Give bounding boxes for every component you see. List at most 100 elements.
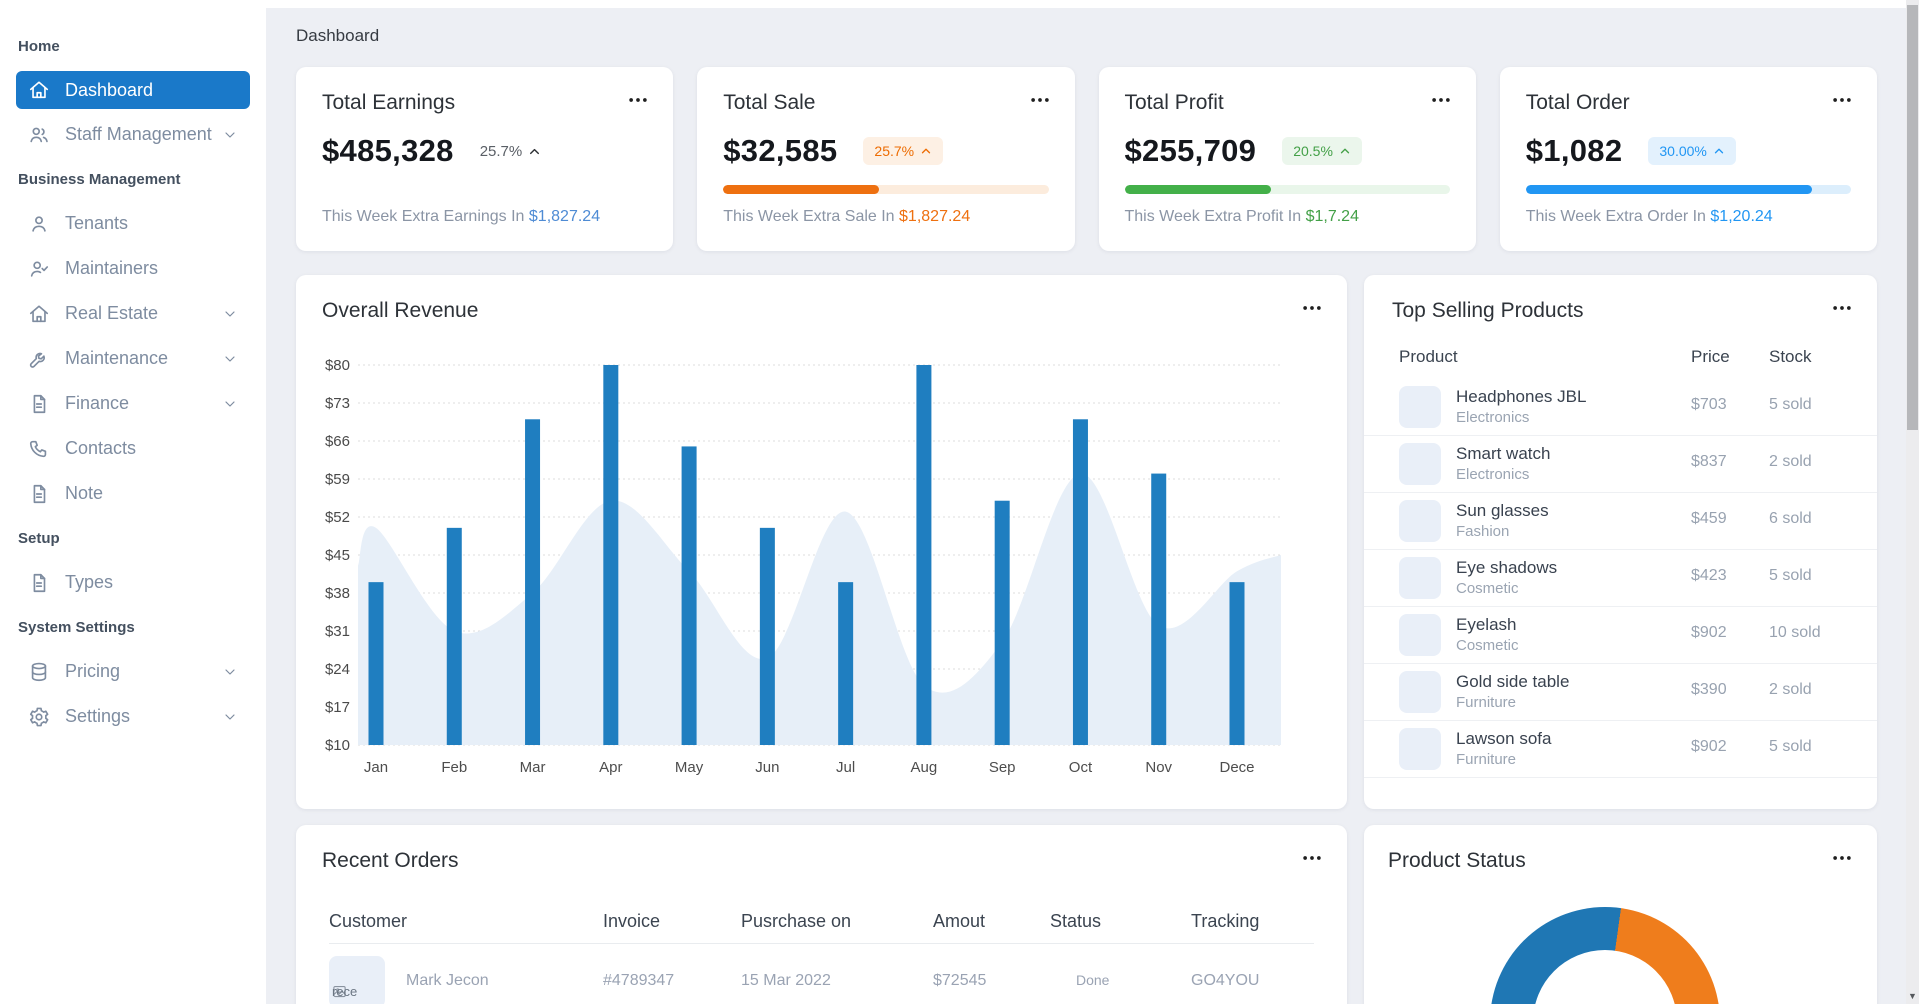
vertical-scrollbar[interactable]: ▼	[1906, 0, 1919, 1004]
product-row: Headphones JBL Electronics $703 5 sold	[1364, 379, 1877, 436]
stat-card-title: Total Order	[1525, 91, 1630, 114]
home-icon	[28, 303, 50, 325]
order-tracking: GO4YOU	[1191, 972, 1260, 989]
home-icon	[28, 79, 50, 101]
product-thumbnail	[1399, 500, 1441, 542]
product-thumbnail	[1399, 386, 1441, 428]
ellipsis-menu-button[interactable]	[1831, 297, 1853, 319]
column-customer: Customer	[329, 911, 408, 931]
ellipsis-menu-button[interactable]	[1430, 89, 1452, 111]
order-status: Done	[1076, 972, 1110, 988]
order-invoice: #4789347	[603, 972, 675, 989]
recent-orders-card: Recent Orders Customer Invoice Pusrchase…	[296, 825, 1347, 1004]
sidebar-item-real-estate[interactable]: Real Estate	[16, 291, 250, 336]
product-name: Gold side table	[1456, 672, 1570, 691]
product-stock: 2 sold	[1769, 681, 1812, 698]
caret-up-icon	[1713, 145, 1725, 157]
product-category: Cosmetic	[1456, 580, 1519, 597]
sidebar-item-maintainers[interactable]: Maintainers	[16, 246, 250, 291]
product-price: $703	[1691, 396, 1727, 413]
file-icon	[28, 572, 50, 594]
product-thumbnail	[1399, 443, 1441, 485]
product-stock: 5 sold	[1769, 738, 1812, 755]
product-name: Eye shadows	[1456, 558, 1558, 577]
ellipsis-menu-button[interactable]	[627, 89, 649, 111]
caret-up-icon	[920, 145, 932, 157]
users-icon	[28, 124, 50, 146]
svg-text:Oct: Oct	[1069, 759, 1093, 776]
sidebar-item-label: Types	[65, 572, 114, 592]
ellipsis-menu-button[interactable]	[1831, 89, 1853, 111]
product-category: Fashion	[1456, 523, 1510, 540]
product-row: Gold side table Furniture $390 2 sold	[1364, 664, 1877, 721]
product-name: Smart watch	[1456, 444, 1551, 463]
sidebar-item-label: Contacts	[65, 438, 137, 458]
chevron-down-icon	[222, 127, 238, 143]
svg-text:Apr: Apr	[599, 759, 622, 776]
svg-text:Sep: Sep	[989, 759, 1016, 776]
sidebar: Home Dashboard Staff Management Business…	[0, 0, 266, 1004]
top-selling-header: Product Price Stock	[1364, 347, 1877, 379]
sidebar-item-contacts[interactable]: Contacts	[16, 426, 250, 471]
svg-text:Aug: Aug	[911, 759, 938, 776]
sidebar-item-pricing[interactable]: Pricing	[16, 649, 250, 694]
ellipsis-menu-button[interactable]	[1301, 847, 1323, 869]
product-thumbnail	[1399, 671, 1441, 713]
file-icon	[28, 483, 50, 505]
database-icon	[28, 661, 50, 683]
stat-card: Total Order $1,082 30.00% This Week Extr…	[1499, 67, 1877, 251]
sidebar-item-staff-management[interactable]: Staff Management	[16, 112, 250, 157]
sidebar-item-note[interactable]: Note	[16, 471, 250, 516]
sidebar-item-types[interactable]: Types	[16, 560, 250, 605]
product-price: $459	[1691, 510, 1727, 527]
sidebar-item-finance[interactable]: Finance	[16, 381, 250, 426]
product-category: Cosmetic	[1456, 637, 1519, 654]
page-title: Dashboard	[296, 26, 380, 45]
sidebar-item-label: Maintainers	[65, 258, 159, 278]
svg-text:$66: $66	[325, 433, 350, 450]
svg-text:Dece: Dece	[1219, 759, 1254, 776]
product-status-title: Product Status	[1388, 849, 1526, 872]
sidebar-item-dashboard[interactable]: Dashboard	[16, 71, 250, 109]
order-purchase-date: 15 Mar 2022	[741, 972, 831, 989]
stat-card-value: $485,328	[322, 133, 454, 168]
scrollbar-thumb[interactable]	[1907, 5, 1918, 430]
scrollbar-down-arrow[interactable]: ▼	[1906, 992, 1919, 1001]
sidebar-item-tenants[interactable]: Tenants	[16, 201, 250, 246]
stat-delta-badge: 25.7%	[863, 137, 944, 165]
stat-card-title: Total Earnings	[322, 91, 456, 114]
product-stock: 10 sold	[1769, 624, 1821, 641]
sidebar-item-settings[interactable]: Settings	[16, 694, 250, 739]
ellipsis-menu-button[interactable]	[1301, 297, 1323, 319]
product-row: Sun glasses Fashion $459 6 sold	[1364, 493, 1877, 550]
stat-card: Total Profit $255,709 20.5% This Week Ex…	[1098, 67, 1476, 251]
svg-text:Nov: Nov	[1145, 759, 1172, 776]
product-row: Eyelash Cosmetic $902 10 sold	[1364, 607, 1877, 664]
svg-text:Jul: Jul	[836, 759, 855, 776]
top-strip	[0, 0, 1906, 8]
sidebar-section: System Settings Pricing Settings	[0, 605, 266, 739]
product-thumbnail	[1399, 557, 1441, 599]
ellipsis-menu-button[interactable]	[1029, 89, 1051, 111]
user-icon	[28, 213, 50, 235]
overall-revenue-chart: $10 $17 $24 $31 $38 $45 $52 $59 $66 $73 $80 Jan Feb M…	[325, 357, 1281, 776]
product-category: Furniture	[1456, 751, 1517, 768]
sidebar-item-maintenance[interactable]: Maintenance	[16, 336, 250, 381]
column-invoice: Invoice	[603, 911, 661, 931]
stat-card: Total Earnings $485,328 25.7% This Week …	[296, 67, 674, 251]
customer-avatar-broken-image: rece	[329, 956, 385, 1004]
ellipsis-menu-button[interactable]	[1831, 847, 1853, 869]
gear-icon	[28, 706, 50, 728]
column-status: Status	[1050, 911, 1102, 931]
stat-card-footer: This Week Extra Earnings In $1,827.24	[322, 208, 601, 225]
svg-text:$45: $45	[325, 547, 350, 564]
product-category: Electronics	[1456, 466, 1530, 483]
column-amount: Amout	[933, 911, 986, 931]
order-row: rece Mark Jecon #4789347 15 Mar 2022 $72…	[296, 944, 1347, 1004]
sidebar-section: Home Dashboard Staff Management	[0, 24, 266, 157]
product-price: $837	[1691, 453, 1727, 470]
column-product: Product	[1399, 347, 1458, 366]
chevron-down-icon	[222, 709, 238, 725]
product-price: $423	[1691, 567, 1727, 584]
svg-text:$52: $52	[325, 509, 350, 526]
